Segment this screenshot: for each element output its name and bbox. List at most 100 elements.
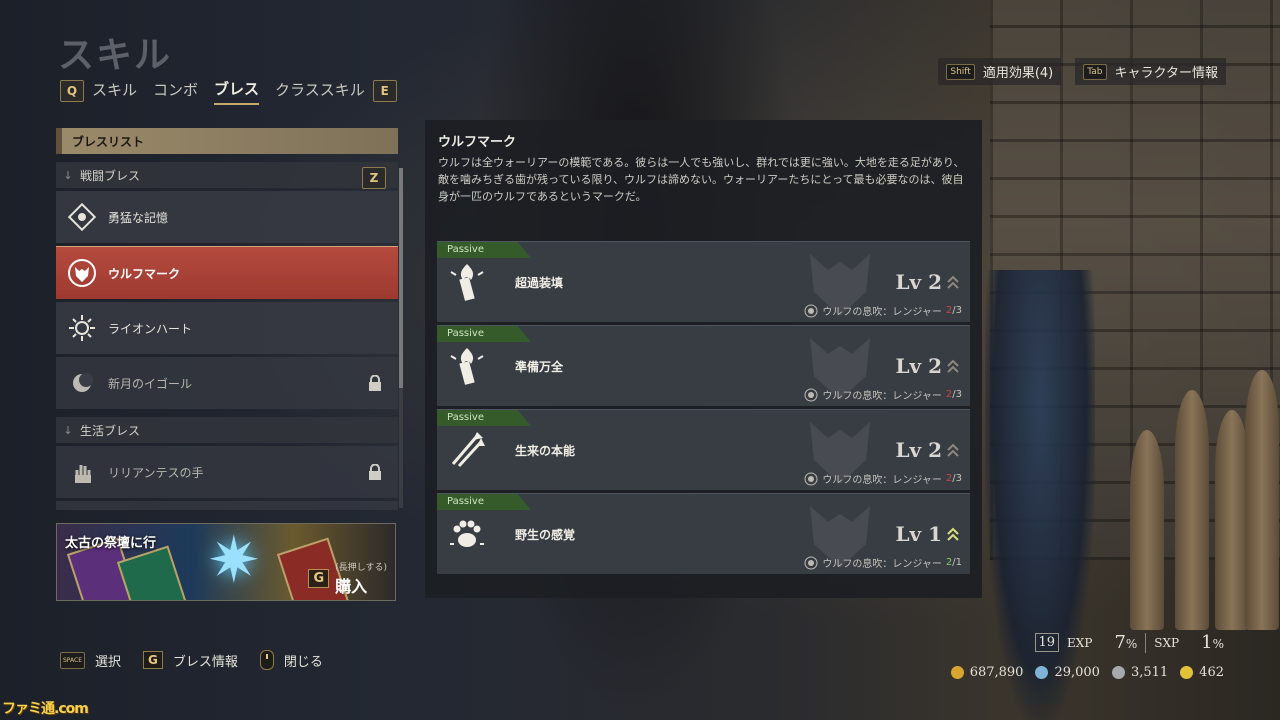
select-action[interactable]: 選択 (95, 651, 121, 670)
category-combat-bless[interactable]: ↓ 戦闘ブレス Z (56, 162, 398, 189)
bless-item-lion-heart[interactable]: ライオンハート (56, 302, 398, 354)
exp-value: 7 (1114, 632, 1126, 653)
requirement-total: /3 (952, 305, 962, 316)
tab-class-skill[interactable]: クラススキル (275, 79, 365, 104)
requirement-total: /3 (952, 473, 962, 484)
moon-emblem-icon (66, 367, 98, 399)
bless-item-partial[interactable] (56, 501, 398, 510)
g-key-icon: G (143, 651, 163, 669)
rank-chevron-icon (947, 275, 959, 289)
passive-requirement: ウルフの息吹：レンジャー 2/1 (804, 555, 962, 570)
background-stake (1215, 410, 1249, 630)
sxp-label: SXP (1154, 635, 1180, 650)
passive-level: Lv 2 (895, 438, 942, 462)
bless-list-panel: ブレスリスト ↓ 戦闘ブレス Z 勇猛な記憶 ウルフマーク ライオンハート 新月… (56, 128, 398, 510)
tab-bless[interactable]: ブレス (214, 78, 260, 105)
player-level: 19 (1034, 633, 1060, 652)
passive-skill-row[interactable]: Passive 超過装填 Lv 2 ウルフの息吹：レンジャー 2/3 (437, 241, 970, 322)
tab-combo[interactable]: コンボ (153, 79, 198, 104)
character-info-label: キャラクター情報 (1114, 66, 1218, 81)
category-life-bless[interactable]: ↓ 生活ブレス (56, 417, 398, 443)
promo-card-image (116, 545, 192, 600)
bless-item-wolf-mark[interactable]: ウルフマーク (56, 246, 398, 299)
wolf-breath-icon (804, 556, 818, 569)
rank-chevron-icon (947, 527, 959, 541)
passive-level: Lv 1 (895, 522, 942, 546)
bless-item-label: 勇猛な記憶 (108, 210, 169, 225)
blue-gem-icon (1035, 666, 1049, 679)
player-stats: 19 EXP 7% SXP 1% 687,890 29,000 3,511 46… (950, 632, 1224, 680)
passive-requirement: ウルフの息吹：レンジャー 2/3 (804, 471, 962, 486)
tab-bar: Q スキル コンボ ブレス クラススキル E (60, 78, 397, 105)
currency4-amount: 462 (1199, 665, 1224, 680)
promo-text: 太古の祭壇に行 (65, 536, 157, 551)
mouse-right-click-icon (259, 650, 274, 670)
gold-coin-icon (950, 666, 964, 679)
space-key-icon: SPACE (60, 651, 86, 669)
passive-skill-row[interactable]: Passive 野生の感覚 Lv 1 ウルフの息吹：レンジャー 2/1 (437, 493, 970, 574)
shift-key-icon: Shift (946, 63, 975, 80)
tab-prev-key[interactable]: Q (60, 80, 84, 102)
bless-item-liliantes-hand[interactable]: リリアンテスの手 (56, 446, 398, 498)
detail-description: ウルフは全ウォーリアーの模範である。彼らは一人でも強いし、群れでは更に強い。大地… (438, 156, 965, 203)
lock-icon (368, 463, 382, 483)
rank-chevron-icon (947, 443, 959, 457)
wolf-head-icon (66, 257, 98, 289)
list-scrollbar-thumb[interactable] (399, 168, 403, 388)
bless-list-header: ブレスリスト (56, 128, 398, 154)
passive-skill-row[interactable]: Passive 準備万全 Lv 2 ウルフの息吹：レンジャー 2/3 (437, 325, 970, 406)
footer-controls: SPACE 選択 G ブレス情報 閉じる (60, 650, 323, 670)
bless-item-brave-memory[interactable]: 勇猛な記憶 (56, 191, 398, 243)
gold-amount: 687,890 (969, 665, 1024, 680)
requirement-label: ウルフの息吹：レンジャー (822, 391, 942, 402)
requirement-label: ウルフの息吹：レンジャー (822, 475, 942, 486)
bless-item-label: リリアンテスの手 (108, 465, 204, 480)
bless-item-new-moon-igor[interactable]: 新月のイゴール (56, 357, 398, 409)
passive-name: 超過装填 (515, 276, 564, 290)
bless-detail-panel: ウルフマーク ウルフは全ウォーリアーの模範である。彼らは一人でも強いし、群れでは… (425, 120, 982, 598)
rank-chevron-icon (947, 359, 959, 373)
passive-tag: Passive (437, 242, 531, 258)
arrows-icon (451, 432, 485, 468)
tab-skill[interactable]: スキル (92, 79, 137, 104)
sxp-unit: % (1212, 637, 1224, 651)
passive-level: Lv 2 (895, 354, 942, 378)
bless-item-label: ウルフマーク (108, 266, 181, 281)
page-title: スキル (58, 35, 173, 76)
purchase-button[interactable]: G (長押しする) 購入 (308, 560, 387, 597)
altar-promo-banner[interactable]: ✷ 太古の祭壇に行 G (長押しする) 購入 (56, 523, 396, 601)
collapse-arrow-icon: ↓ (63, 168, 73, 182)
purchase-label: 購入 (335, 577, 368, 596)
wolf-breath-icon (804, 304, 818, 317)
paw-icon (450, 520, 484, 547)
sun-emblem-icon (66, 312, 98, 344)
passive-tag: Passive (437, 494, 531, 510)
bless-info-action[interactable]: ブレス情報 (173, 651, 238, 670)
passive-name: 準備万全 (515, 360, 564, 374)
category-label: 戦闘ブレス (80, 168, 141, 183)
hand-emblem-icon (66, 456, 98, 488)
applied-effects-button[interactable]: Shift 適用効果(4) (938, 58, 1062, 85)
applied-effects-label: 適用効果(4) (982, 66, 1054, 81)
bless-item-label: ライオンハート (108, 321, 193, 336)
category-label: 生活ブレス (80, 423, 141, 438)
requirement-total: /3 (952, 389, 962, 400)
character-info-button[interactable]: Tab キャラクター情報 (1075, 58, 1226, 85)
tab-next-key[interactable]: E (372, 80, 397, 102)
crystal-burst-icon: ✷ (207, 524, 261, 598)
z-key-icon: Z (362, 167, 386, 189)
passive-name: 生来の本能 (515, 444, 576, 458)
site-watermark-logo: ファミ通.com (2, 701, 89, 717)
close-action[interactable]: 閉じる (284, 651, 323, 670)
sun-token-icon (1180, 666, 1194, 679)
requirement-total: /1 (952, 557, 962, 568)
passive-level: Lv 2 (895, 270, 942, 294)
passive-skill-row[interactable]: Passive 生来の本能 Lv 2 ウルフの息吹：レンジャー 2/3 (437, 409, 970, 490)
silver-ore-icon (1111, 666, 1125, 679)
wolf-breath-icon (804, 388, 818, 401)
passive-tag: Passive (437, 326, 531, 342)
list-scrollbar[interactable] (399, 168, 403, 508)
collapse-arrow-icon: ↓ (63, 423, 73, 437)
wolf-breath-icon (804, 472, 818, 485)
torch-icon (450, 264, 484, 301)
